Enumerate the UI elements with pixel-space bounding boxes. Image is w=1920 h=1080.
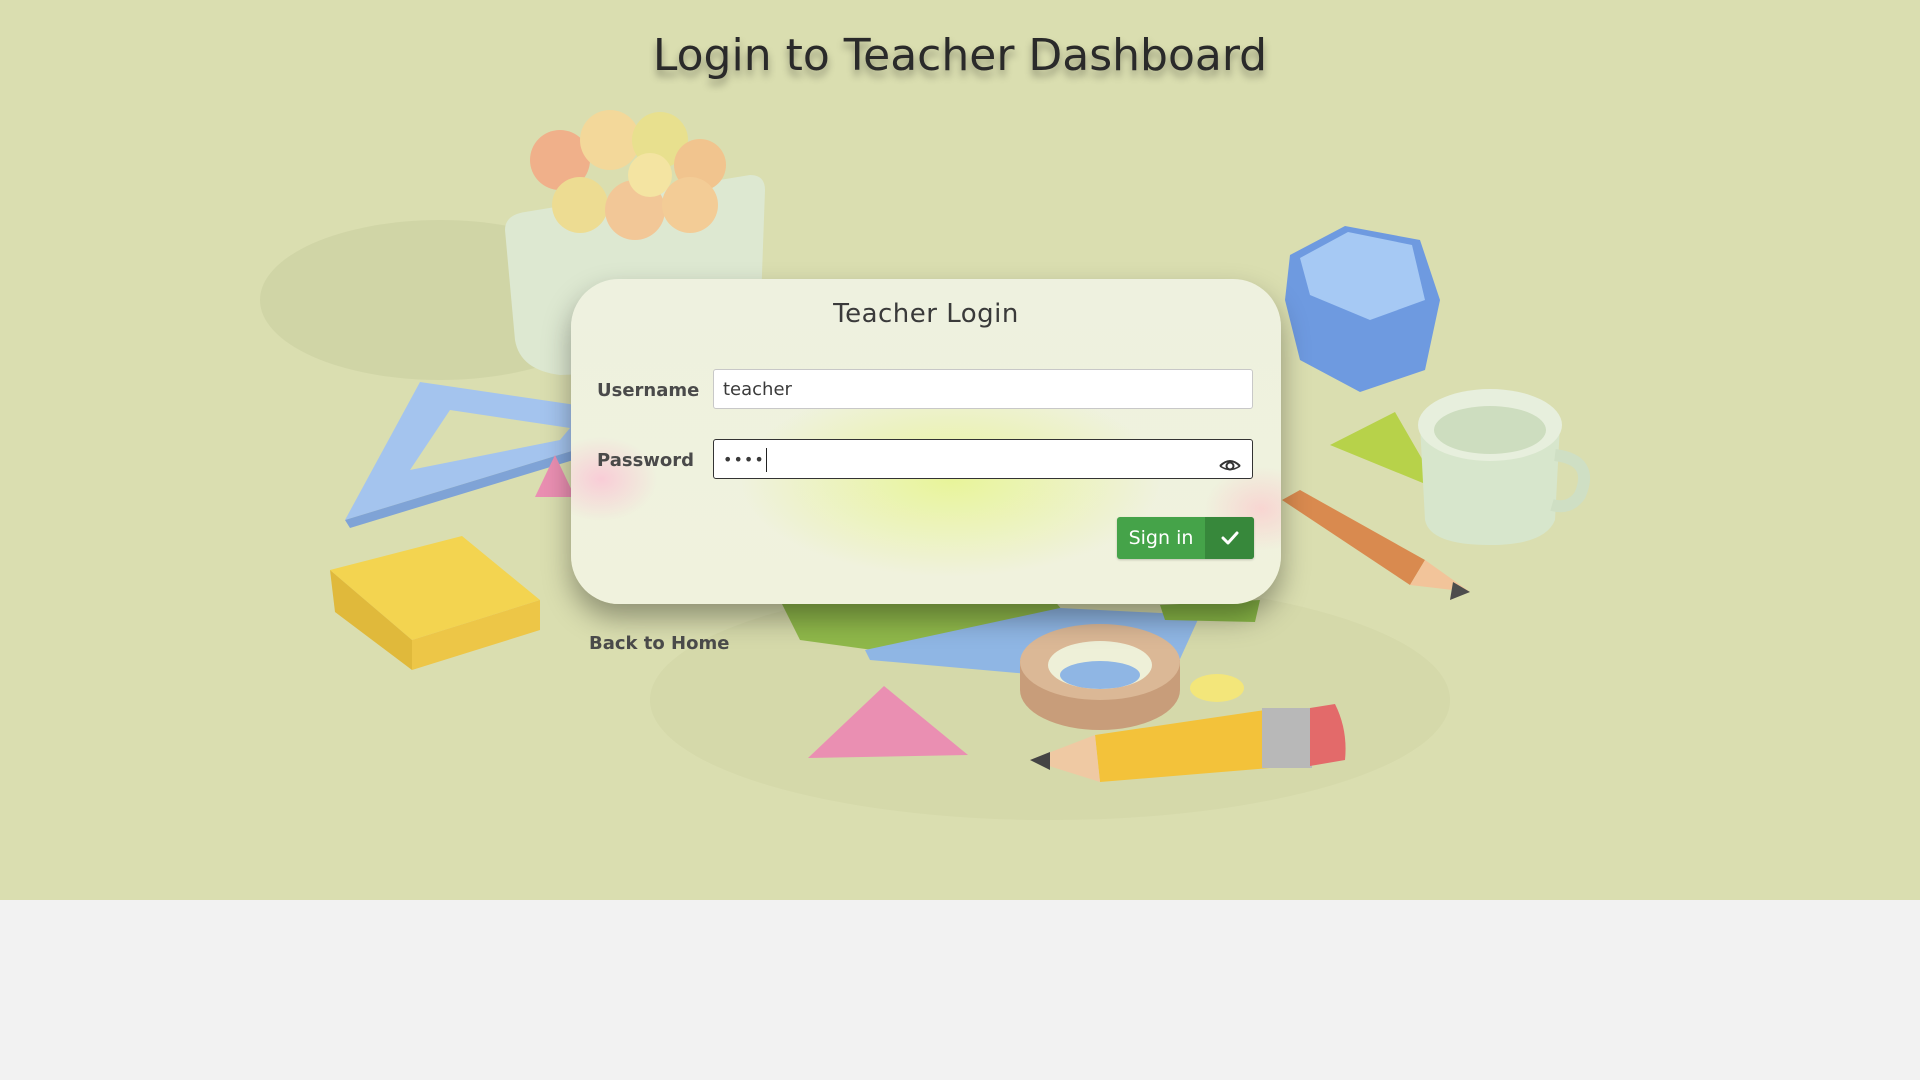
mug [1418, 389, 1590, 545]
tape-roll [1020, 624, 1180, 730]
password-masked-value: •••• [723, 450, 765, 469]
card-title: Teacher Login [833, 299, 1019, 329]
checkmark-icon [1205, 517, 1254, 559]
username-input[interactable]: teacher [713, 369, 1253, 409]
password-label: Password [597, 450, 695, 471]
login-card: Teacher Login Username teacher Password … [571, 279, 1281, 604]
sign-in-label: Sign in [1128, 527, 1194, 549]
username-label: Username [597, 380, 700, 401]
sign-in-button[interactable]: Sign in [1117, 517, 1254, 559]
username-value: teacher [723, 379, 792, 400]
page-title: Login to Teacher Dashboard [652, 30, 1268, 81]
back-to-home-link[interactable]: Back to Home [589, 633, 729, 654]
text-caret [765, 448, 768, 472]
password-input[interactable]: •••• [713, 439, 1253, 479]
hero-section: Login to Teacher Dashboard Teacher Login… [0, 0, 1920, 900]
sticky-notes [330, 536, 540, 670]
eye-icon[interactable] [1218, 450, 1242, 471]
